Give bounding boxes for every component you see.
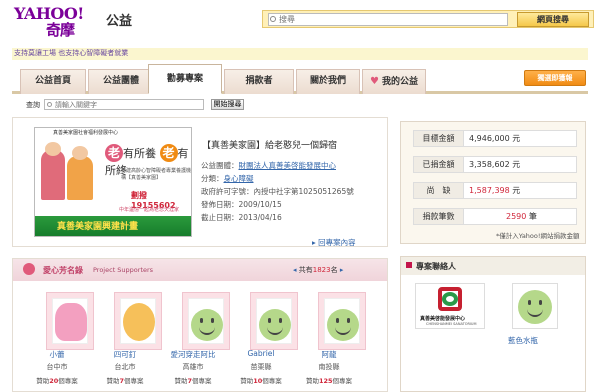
supporter-donations: 贊助125個專案 [305, 377, 353, 385]
supporter-donations: 贊助20個專案 [36, 377, 78, 385]
supporter-avatar[interactable] [182, 292, 230, 350]
heart-badge-icon [23, 263, 35, 275]
supporter-name[interactable]: Gabriel [226, 349, 296, 358]
supporter-name[interactable]: 小蕾 [22, 349, 92, 360]
supporter-pager[interactable]: ◂ 共有1823名 ▸ [293, 265, 343, 275]
category-link[interactable]: 身心障礙 [224, 174, 254, 183]
tab-my-charity[interactable]: ♥ 我的公益 [362, 69, 426, 94]
contact-avatar[interactable] [512, 283, 558, 329]
project-poster[interactable]: 真善美家園社會福利發展中心 老有所養 老有所終 營建高齡心智障礙者專業養護機構【… [34, 127, 192, 237]
tab-home[interactable]: 公益首頁 [20, 69, 86, 94]
org-link[interactable]: 財團法人真善美啓能發展中心 [239, 161, 337, 170]
supporter-avatar[interactable] [114, 292, 162, 350]
notice-bar[interactable]: 支持莫讓工場 也支持心智障礙者就業 [12, 48, 588, 60]
supporter-name[interactable]: 四可釘 [90, 349, 160, 360]
tab-about[interactable]: 關於我們 [296, 69, 360, 94]
supporter-city: 台北市 [114, 363, 136, 371]
summary-note: *僅計入Yahoo!網站捐款金額 [496, 232, 580, 240]
tab-organizations[interactable]: 公益團體 [88, 69, 154, 94]
search-input[interactable] [268, 13, 508, 26]
header: YAHOO! 奇摩 公益 網頁搜尋 [0, 0, 600, 40]
bullet-icon [406, 262, 412, 268]
project-info: 公益團體：財團法人真善美啓能發展中心 分類：身心障礙 政府許可字號：內授中社字第… [201, 161, 354, 222]
yahoo-logo[interactable]: YAHOO! 奇摩 [14, 4, 102, 39]
supporter-avatar[interactable] [250, 292, 298, 350]
target-amount-row: 目標金額 4,946,000 元 [413, 130, 577, 147]
contact-panel: 專案聯絡人 真善美啓能發展中心 CHENSHANMEI SANATORIUM [400, 256, 586, 392]
keyword-input[interactable] [44, 99, 204, 110]
tab-donors[interactable]: 捐款者 [224, 69, 294, 94]
search-icon [270, 16, 276, 22]
supporter-city: 南投縣 [318, 363, 340, 371]
donation-summary: 目標金額 4,946,000 元 已捐金額 3,358,602 元 尚 缺 1,… [400, 121, 586, 244]
supporter-avatar[interactable] [318, 292, 366, 350]
donated-amount-row: 已捐金額 3,358,602 元 [413, 156, 577, 173]
promo-button[interactable]: 獨選即獲報 [524, 70, 586, 86]
donation-count-row: 捐款筆數 2590 筆 [413, 208, 577, 225]
supporter-name[interactable]: 阿龍 [294, 349, 364, 360]
organization-logo[interactable]: 真善美啓能發展中心 CHENSHANMEI SANATORIUM [415, 283, 485, 329]
heart-icon: ♥ [370, 76, 379, 87]
supporter-city: 苗栗縣 [250, 363, 272, 371]
supporter-donations: 贊助7個專案 [174, 377, 212, 385]
project-title[interactable]: 【真善美家園】給老憨兒一個歸宿 [202, 138, 337, 151]
project-content-link[interactable]: ▸ 回專案內容 [312, 237, 356, 248]
tab-projects[interactable]: 勸募專案 [148, 64, 222, 94]
supporter-city: 台中市 [46, 363, 68, 371]
start-search-button[interactable]: 開始搜尋 [211, 99, 244, 110]
poster-illustration [39, 142, 103, 202]
web-search-button[interactable]: 網頁搜尋 [517, 12, 589, 27]
search-icon [47, 102, 52, 107]
supporter-donations: 贊助10個專案 [240, 377, 282, 385]
supporter-city: 高雄市 [182, 363, 204, 371]
section-title[interactable]: 公益 [106, 10, 132, 29]
main-nav: 公益首頁 公益團體 勸募專案 捐款者 關於我們 ♥ 我的公益 獨選即獲報 [12, 64, 588, 94]
supporter-donations: 贊助7個專案 [106, 377, 144, 385]
supporter-name[interactable]: 愛河穿走阿比 [158, 349, 228, 360]
contact-person-name[interactable]: 藍色水瓶 [508, 335, 538, 346]
supporter-avatar[interactable] [46, 292, 94, 350]
notice-link[interactable]: 支持莫讓工場 也支持心智障礙者就業 [14, 48, 128, 58]
top-search-bar: 網頁搜尋 [262, 10, 594, 28]
remaining-amount-row: 尚 缺 1,587,398 元 [413, 182, 577, 199]
project-search: 查詢 開始搜尋 [12, 99, 588, 111]
